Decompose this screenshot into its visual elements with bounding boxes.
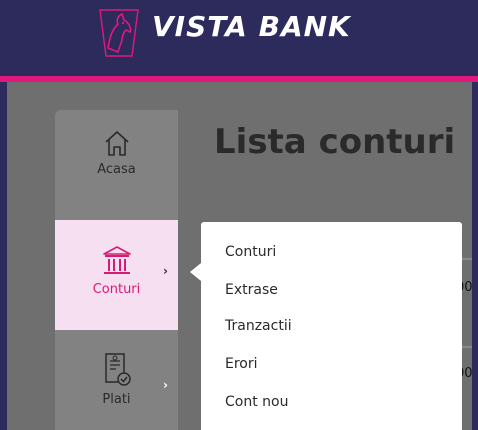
- submenu-item-erori[interactable]: Erori: [225, 356, 258, 372]
- submenu-item-extrase[interactable]: Extrase: [225, 282, 278, 298]
- chevron-right-icon: ›: [163, 264, 168, 278]
- sidebar-item-conturi[interactable]: Conturi ›: [55, 220, 178, 330]
- header-accent-stripe: [0, 76, 478, 82]
- top-header: VISTA BANK: [0, 0, 478, 76]
- submenu-item-tranzactii[interactable]: Tranzactii: [225, 318, 292, 334]
- submenu-item-cont-nou[interactable]: Cont nou: [225, 394, 288, 410]
- frame-border-right: [472, 82, 478, 430]
- bank-icon: [102, 246, 131, 274]
- dropdown-pointer: [190, 263, 201, 281]
- frame-border-left: [0, 82, 7, 430]
- page-title: Lista conturi: [214, 122, 456, 162]
- receipt-icon: [104, 353, 131, 386]
- horse-head-logo-icon: [99, 9, 139, 57]
- sidebar-item-label: Acasa: [97, 162, 136, 177]
- conturi-submenu: Conturi Extrase Tranzactii Erori Cont no…: [201, 222, 462, 430]
- sidebar-item-plati[interactable]: Plati ›: [55, 352, 178, 430]
- bank-name[interactable]: VISTA BANK: [152, 10, 351, 43]
- sidebar-item-label: Conturi: [92, 282, 141, 297]
- sidebar-item-label: Plati: [102, 392, 131, 407]
- home-icon: [104, 131, 129, 156]
- sidebar-item-acasa[interactable]: Acasa: [55, 128, 178, 210]
- submenu-item-conturi[interactable]: Conturi: [225, 244, 276, 260]
- chevron-right-icon: ›: [163, 378, 168, 392]
